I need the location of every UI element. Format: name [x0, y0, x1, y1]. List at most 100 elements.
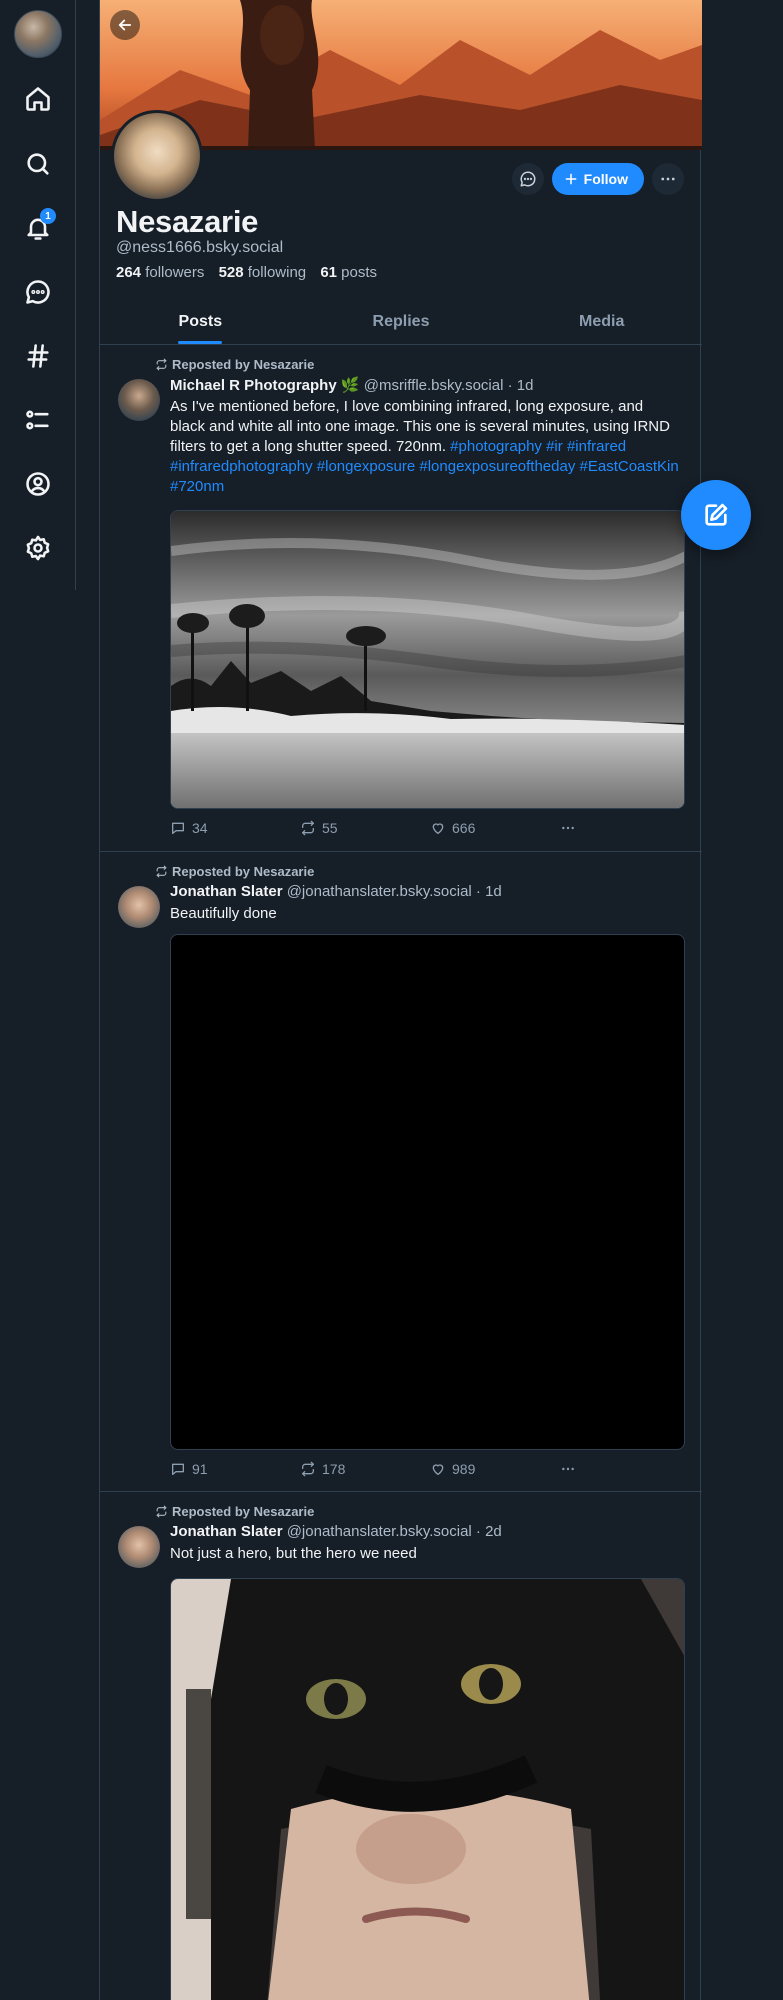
reply-button[interactable]: 91: [170, 1459, 300, 1479]
hashtag-link[interactable]: #longexposureoftheday: [419, 458, 575, 475]
posts-stat: 61 posts: [320, 264, 377, 281]
post-handle[interactable]: @jonathanslater.bsky.social: [287, 883, 472, 900]
back-button[interactable]: [110, 10, 140, 40]
lists-nav-button[interactable]: [14, 396, 62, 444]
post-author[interactable]: Jonathan Slater: [170, 883, 283, 900]
profile-actions: Follow: [511, 163, 684, 195]
profile-tabs: Posts Replies Media: [100, 300, 702, 345]
post-header: Jonathan Slater @jonathanslater.bsky.soc…: [170, 1523, 502, 1540]
profile-stats: 264 followers 528 following 61 posts: [116, 264, 377, 281]
heart-icon: [432, 823, 444, 834]
reply-icon: [172, 1463, 184, 1475]
feed-post[interactable]: Reposted by Nesazarie Jonathan Slater @j…: [100, 852, 702, 1492]
repost-icon: [156, 358, 167, 371]
more-icon: [562, 826, 574, 830]
repost-label: Reposted by Nesazarie: [172, 864, 315, 879]
post-time[interactable]: · 1d: [508, 377, 534, 394]
notifications-nav-button[interactable]: 1: [14, 204, 62, 252]
repost-button[interactable]: 55: [300, 818, 430, 838]
followers-link[interactable]: 264 followers: [116, 264, 204, 281]
tab-replies[interactable]: Replies: [301, 300, 502, 344]
message-button[interactable]: [511, 163, 544, 195]
like-count: 666: [452, 820, 476, 836]
profile-icon: [26, 472, 50, 496]
plus-icon: [565, 173, 577, 185]
hashtag-link[interactable]: #ir: [546, 438, 563, 455]
follow-button-label: Follow: [583, 171, 628, 187]
hashtag-icon: [27, 344, 49, 368]
reply-icon: [172, 822, 184, 834]
post-header: Michael R Photography 🌿 @msriffle.bsky.s…: [170, 376, 533, 394]
reply-button[interactable]: 34: [170, 818, 300, 838]
post-actions: 91 178 989: [170, 1459, 690, 1479]
post-text: Beautifully done: [170, 905, 277, 922]
profile-nav-button[interactable]: [14, 460, 62, 508]
hashtag-link[interactable]: #infraredphotography: [170, 458, 313, 475]
repost-icon: [156, 1505, 167, 1518]
profile-display-name: Nesazarie: [116, 204, 259, 239]
home-icon: [26, 87, 50, 111]
left-nav-rail: 1: [0, 0, 76, 590]
gear-icon: [26, 535, 50, 561]
compose-post-button[interactable]: [681, 480, 751, 550]
like-button[interactable]: 989: [430, 1459, 560, 1479]
post-time[interactable]: · 1d: [476, 883, 502, 900]
repost-count: 55: [322, 820, 338, 836]
search-nav-button[interactable]: [14, 140, 62, 188]
tab-media[interactable]: Media: [501, 300, 702, 344]
hashtag-link[interactable]: #720nm: [170, 478, 224, 495]
follow-button[interactable]: Follow: [551, 163, 644, 195]
followers-label: followers: [145, 264, 205, 281]
hashtag-link[interactable]: #infrared: [567, 438, 626, 455]
more-options-button[interactable]: [652, 163, 684, 195]
avatar[interactable]: [118, 886, 160, 928]
posts-count: 61: [320, 264, 337, 281]
post-more-button[interactable]: [560, 1459, 690, 1479]
repost-label: Reposted by Nesazarie: [172, 357, 315, 372]
hashtag-link[interactable]: #photography: [450, 438, 542, 455]
repost-icon: [302, 1461, 314, 1477]
tab-posts[interactable]: Posts: [100, 300, 301, 344]
post-image[interactable]: [170, 510, 685, 809]
repost-indicator: Reposted by Nesazarie: [155, 1504, 314, 1519]
repost-indicator: Reposted by Nesazarie: [155, 357, 314, 372]
post-image[interactable]: [170, 1578, 685, 2000]
post-time[interactable]: · 2d: [476, 1523, 502, 1540]
avatar[interactable]: [118, 379, 160, 421]
reply-count: 91: [192, 1461, 208, 1477]
home-nav-button[interactable]: [14, 75, 62, 123]
profile-main-column: Follow Nesazarie @ness1666.bsky.social 2…: [99, 0, 702, 2000]
post-text: Not just a hero, but the hero we need: [170, 1545, 417, 1562]
posts-label: posts: [341, 264, 378, 281]
search-icon: [27, 153, 49, 175]
author-emoji: 🌿: [340, 377, 360, 394]
profile-handle: @ness1666.bsky.social: [116, 239, 284, 256]
reply-count: 34: [192, 820, 208, 836]
feeds-nav-button[interactable]: [14, 332, 62, 380]
followers-count: 264: [116, 264, 142, 281]
post-video[interactable]: [170, 934, 685, 1450]
post-author[interactable]: Jonathan Slater: [170, 1523, 283, 1540]
settings-nav-button[interactable]: [14, 524, 62, 572]
repost-indicator: Reposted by Nesazarie: [155, 864, 314, 879]
hashtag-link[interactable]: #longexposure: [317, 458, 415, 475]
pencil-square-icon: [705, 503, 728, 526]
post-more-button[interactable]: [560, 818, 690, 838]
my-avatar[interactable]: [14, 10, 62, 58]
following-link[interactable]: 528 following: [219, 264, 307, 281]
post-header: Jonathan Slater @jonathanslater.bsky.soc…: [170, 883, 502, 900]
post-handle[interactable]: @jonathanslater.bsky.social: [287, 1523, 472, 1540]
like-button[interactable]: 666: [430, 818, 560, 838]
hashtag-link[interactable]: #EastCoastKin: [580, 458, 679, 475]
arrow-left-icon: [118, 19, 132, 31]
repost-button[interactable]: 178: [300, 1459, 430, 1479]
feed-post[interactable]: Reposted by Nesazarie Michael R Photogra…: [100, 345, 702, 852]
profile-avatar[interactable]: [111, 110, 203, 202]
chat-nav-button[interactable]: [14, 268, 62, 316]
avatar[interactable]: [118, 1526, 160, 1568]
feed-post[interactable]: Reposted by Nesazarie Jonathan Slater @j…: [100, 1492, 702, 2000]
post-author[interactable]: Michael R Photography: [170, 377, 337, 394]
post-handle[interactable]: @msriffle.bsky.social: [364, 377, 504, 394]
post-text: As I've mentioned before, I love combini…: [170, 397, 680, 497]
notification-badge: 1: [40, 208, 56, 224]
